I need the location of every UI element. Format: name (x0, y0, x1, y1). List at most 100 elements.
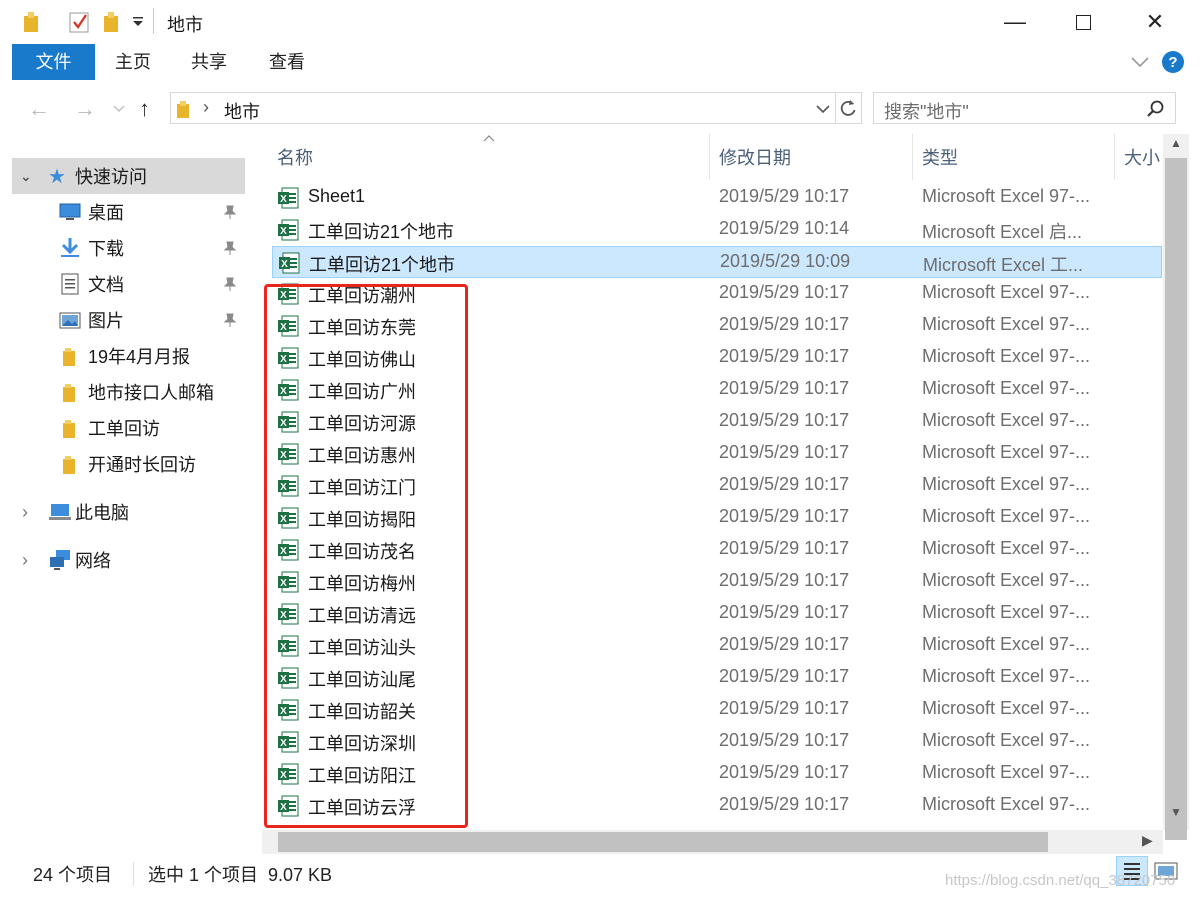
refresh-icon[interactable] (838, 98, 858, 118)
file-row[interactable]: X 工单回访21个地市 2019/5/29 10:09 Microsoft Excel… (272, 246, 1162, 278)
file-row[interactable]: X 工单回访茂名 2019/5/29 10:17 Microsoft Excel 97… (272, 534, 1162, 566)
pin-icon[interactable] (222, 240, 238, 261)
search-placeholder: 搜索"地市" (884, 102, 969, 122)
file-type: Microsoft Excel 启... (922, 222, 1083, 242)
file-row[interactable]: X 工单回访云浮 2019/5/29 10:17 Microsoft Excel 97… (272, 790, 1162, 822)
customize-toolbar-icon[interactable] (131, 10, 145, 34)
nav-item[interactable]: 开通时长回访 (12, 446, 245, 482)
horizontal-scrollbar[interactable]: ▶ (262, 830, 1163, 854)
minimize-button[interactable]: — (980, 0, 1050, 44)
column-divider[interactable] (1114, 134, 1115, 180)
file-row[interactable]: X 工单回访揭阳 2019/5/29 10:17 Microsoft Excel 97… (272, 502, 1162, 534)
nav-item-label: 图片 (88, 311, 124, 331)
svg-text:X: X (280, 610, 287, 621)
file-name: 工单回访汕头 (308, 638, 416, 658)
file-row[interactable]: X 工单回访韶关 2019/5/29 10:17 Microsoft Excel 97… (272, 694, 1162, 726)
file-row[interactable]: X 工单回访汕头 2019/5/29 10:17 Microsoft Excel 97… (272, 630, 1162, 662)
file-type: Microsoft Excel 97-... (922, 698, 1091, 718)
tab-view[interactable]: 查看 (254, 44, 320, 80)
maximize-button[interactable] (1048, 0, 1118, 44)
excel-file-icon: X (278, 315, 299, 337)
scroll-right-icon[interactable]: ▶ (1142, 832, 1153, 849)
up-button[interactable]: ↑ (139, 96, 150, 122)
svg-text:X: X (280, 322, 287, 333)
file-date: 2019/5/29 10:17 (719, 442, 850, 462)
vertical-scroll-thumb[interactable] (1165, 158, 1187, 840)
scroll-down-icon[interactable]: ▼ (1170, 805, 1182, 819)
tab-file[interactable]: 文件 (12, 44, 95, 80)
nav-this-pc[interactable]: › 此电脑 (12, 494, 245, 530)
nav-item[interactable]: 桌面 (12, 194, 245, 230)
window-title: 地市 (167, 15, 203, 35)
file-row[interactable]: X 工单回访广州 2019/5/29 10:17 Microsoft Excel 97… (272, 374, 1162, 406)
file-name: 工单回访江门 (308, 478, 416, 498)
nav-quick-access[interactable]: ⌄ ★ 快速访问 (12, 158, 245, 194)
file-row[interactable]: X 工单回访21个地市 2019/5/29 10:14 Microsoft Excel… (272, 214, 1162, 246)
close-button[interactable]: ✕ (1120, 0, 1190, 44)
properties-icon[interactable] (68, 10, 92, 34)
svg-text:X: X (280, 642, 287, 653)
address-bar[interactable]: › 地市 (170, 92, 862, 124)
nav-item[interactable]: 19年4月月报 (12, 338, 245, 374)
file-row[interactable]: X 工单回访惠州 2019/5/29 10:17 Microsoft Excel 97… (272, 438, 1162, 470)
close-icon: ✕ (1145, 9, 1165, 34)
file-row[interactable]: X 工单回访汕尾 2019/5/29 10:17 Microsoft Excel 97… (272, 662, 1162, 694)
file-row[interactable]: X 工单回访河源 2019/5/29 10:17 Microsoft Excel 97… (272, 406, 1162, 438)
pin-icon[interactable] (222, 312, 238, 333)
file-row[interactable]: X 工单回访深圳 2019/5/29 10:17 Microsoft Excel 97… (272, 726, 1162, 758)
watermark: https://blog.csdn.net/qq_38720750 (945, 872, 1176, 889)
file-type: Microsoft Excel 97-... (922, 538, 1091, 558)
file-type: Microsoft Excel 97-... (922, 186, 1091, 206)
svg-text:X: X (280, 738, 287, 749)
svg-text:X: X (280, 546, 287, 557)
file-row[interactable]: X 工单回访阳江 2019/5/29 10:17 Microsoft Excel 97… (272, 758, 1162, 790)
nav-item[interactable]: 工单回访 (12, 410, 245, 446)
file-date: 2019/5/29 10:17 (719, 474, 850, 494)
recent-locations-icon[interactable] (113, 104, 125, 114)
file-row[interactable]: X 工单回访东莞 2019/5/29 10:17 Microsoft Excel 97… (272, 310, 1162, 342)
file-row[interactable]: X 工单回访潮州 2019/5/29 10:17 Microsoft Excel 97… (272, 278, 1162, 310)
file-row[interactable]: X 工单回访梅州 2019/5/29 10:17 Microsoft Excel 97… (272, 566, 1162, 598)
excel-file-icon: X (278, 379, 299, 401)
file-type: Microsoft Excel 97-... (922, 346, 1091, 366)
file-row[interactable]: X 工单回访清远 2019/5/29 10:17 Microsoft Excel 97… (272, 598, 1162, 630)
help-icon[interactable]: ? (1161, 50, 1185, 74)
nav-item[interactable]: 地市接口人邮箱 (12, 374, 245, 410)
column-header-date[interactable]: 修改日期 (719, 144, 791, 170)
column-divider[interactable] (709, 134, 710, 180)
file-type: Microsoft Excel 97-... (922, 666, 1091, 686)
nav-network[interactable]: › 网络 (12, 542, 245, 578)
column-header-name[interactable]: 名称 (277, 144, 313, 170)
file-row[interactable]: X 工单回访江门 2019/5/29 10:17 Microsoft Excel 97… (272, 470, 1162, 502)
search-icon[interactable] (1146, 99, 1166, 119)
tab-share[interactable]: 共享 (176, 44, 242, 80)
file-row[interactable]: X 工单回访佛山 2019/5/29 10:17 Microsoft Excel 97… (272, 342, 1162, 374)
column-header-size[interactable]: 大小 (1124, 144, 1162, 170)
address-dropdown-icon[interactable] (815, 104, 831, 116)
file-row[interactable]: X Sheet1 2019/5/29 10:17 Microsoft Excel 97… (272, 182, 1162, 214)
svg-text:X: X (280, 290, 287, 301)
tab-home[interactable]: 主页 (100, 44, 166, 80)
scroll-up-icon[interactable]: ▲ (1170, 136, 1182, 150)
column-header-type[interactable]: 类型 (922, 144, 958, 170)
back-button[interactable]: ← (28, 96, 50, 122)
new-folder-icon[interactable] (102, 10, 122, 34)
horizontal-scroll-thumb[interactable] (278, 832, 1048, 852)
nav-item-label: 19年4月月报 (88, 347, 191, 367)
pin-icon[interactable] (222, 276, 238, 297)
nav-item[interactable]: 文档 (12, 266, 245, 302)
breadcrumb[interactable]: 地市 (224, 98, 260, 124)
file-name: Sheet1 (308, 186, 366, 206)
nav-item[interactable]: 下载 (12, 230, 245, 266)
pin-icon[interactable] (222, 204, 238, 225)
forward-button[interactable]: → (74, 96, 96, 122)
expand-ribbon-icon[interactable] (1130, 55, 1150, 69)
svg-text:X: X (280, 226, 287, 237)
search-input[interactable]: 搜索"地市" (873, 92, 1176, 124)
vertical-scrollbar[interactable]: ▲ ▼ (1163, 134, 1189, 840)
column-divider[interactable] (912, 134, 913, 180)
file-name: 工单回访阳江 (308, 766, 416, 786)
nav-item-label: 工单回访 (88, 419, 160, 439)
nav-item-label: 开通时长回访 (88, 455, 196, 475)
nav-item[interactable]: 图片 (12, 302, 245, 338)
